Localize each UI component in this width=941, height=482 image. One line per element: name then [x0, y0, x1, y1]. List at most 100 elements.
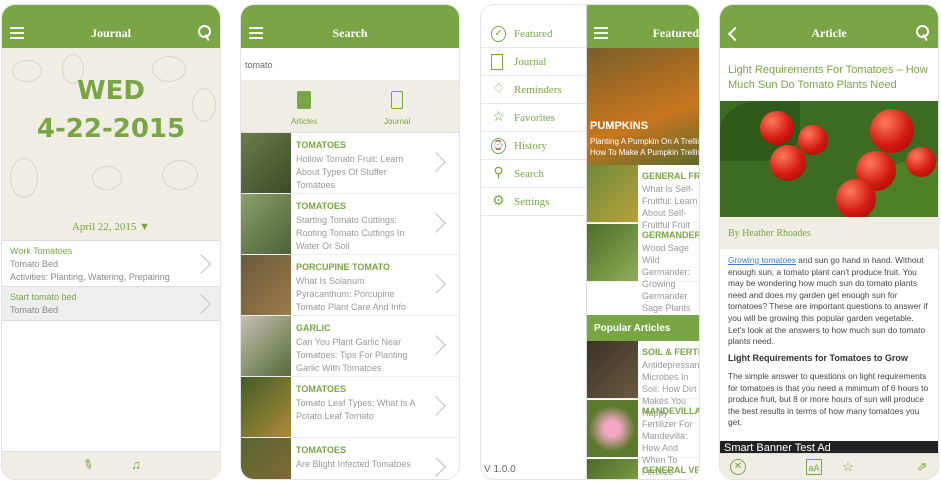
date-select[interactable]: April 22, 2015 ▼	[2, 213, 220, 241]
result-title: Tomato Leaf Types: What Is A Potato Leaf…	[296, 398, 415, 421]
article-keyword: SOIL & FERTILIZERS	[642, 347, 700, 357]
result-title: Hollow Tomato Fruit: Learn About Types O…	[296, 154, 404, 190]
chevron-right-icon	[426, 396, 446, 416]
gear-icon: ⚙	[492, 194, 505, 209]
article-thumbnail	[586, 400, 638, 457]
journal-screen: Journal WED 4-22-2015 April 22, 2015 ▼ W…	[1, 4, 221, 480]
header-bar: Search	[241, 5, 459, 48]
page-title: Article	[811, 26, 847, 40]
result-keyword: TOMATOES	[296, 201, 347, 211]
chevron-right-icon	[426, 274, 446, 294]
vegetable-doodle-background: WED 4-22-2015	[2, 48, 220, 213]
header-bar: Article	[720, 5, 938, 48]
page-title: Search	[332, 26, 368, 40]
entry-bed: Tomato Bed	[10, 259, 59, 269]
article-thumbnail	[586, 341, 638, 398]
popular-article[interactable]: SOIL & FERTILIZERS Antidepressant Microb…	[586, 341, 700, 418]
article-screen: Article Light Requirements For Tomatoes …	[719, 4, 939, 480]
text-size-icon[interactable]: aA	[806, 459, 822, 475]
menu-item-favorites[interactable]: ☆ Favorites	[481, 104, 586, 132]
result-thumbnail	[241, 377, 291, 437]
page-title: Featured	[652, 26, 699, 40]
menu-item-label: History	[514, 140, 547, 152]
search-icon: ⚲	[493, 166, 504, 181]
journal-entry[interactable]: Start tomato bed Tomato Bed	[2, 287, 220, 321]
star-icon[interactable]: ☆	[840, 459, 856, 475]
chevron-right-icon	[426, 152, 446, 172]
popular-article[interactable]: MANDEVILLA Fertilizer For Mandevilla: Ho…	[586, 400, 700, 477]
search-result[interactable]: TOMATOES Tomato Leaf Types: What Is A Po…	[241, 377, 459, 438]
article-title: Wood Sage Wild Germander: Growing German…	[642, 243, 691, 313]
menu-item-label: Featured	[514, 28, 553, 40]
result-thumbnail	[241, 438, 291, 479]
articles-icon	[297, 91, 311, 109]
article-keyword: GENERAL VEGETABLE	[642, 465, 700, 475]
article-paragraph: The simple answer to questions on light …	[728, 371, 929, 428]
header-bar: Journal	[2, 5, 220, 48]
star-icon: ☆	[492, 110, 505, 125]
article-paragraph: Growing tomatoes and sun go hand in hand…	[728, 255, 932, 348]
article-keyword: GERMANDER	[642, 230, 700, 240]
menu-item-label: Journal	[514, 56, 547, 68]
search-result[interactable]: PORCUPINE TOMATO What Is Solanum Pyracan…	[241, 255, 459, 316]
author-byline: By Heather Rhoades	[720, 217, 938, 249]
journal-entry[interactable]: Work Tomatoes Tomato Bed Activities: Pla…	[2, 241, 220, 287]
search-icon[interactable]	[916, 25, 930, 41]
hero-title[interactable]: Planting A Pumpkin On A Trellis: How To …	[590, 136, 699, 158]
article-keyword: MANDEVILLA	[642, 406, 700, 416]
entry-title: Start tomato bed	[10, 292, 77, 302]
featured-article[interactable]: GERMANDER Wood Sage Wild Germander: Grow…	[586, 224, 700, 313]
result-keyword: GARLIC	[296, 323, 331, 333]
close-icon[interactable]: ✕	[730, 459, 746, 475]
search-result[interactable]: GARLIC Can You Plant Garlic Near Tomatoe…	[241, 316, 459, 377]
article-keyword: GENERAL FRUIT	[642, 171, 700, 181]
menu-item-reminders[interactable]: ♢ Reminders	[481, 76, 586, 104]
hero-image: PUMPKINS Planting A Pumpkin On A Trellis…	[586, 48, 699, 165]
paragraph-text: and sun go hand in hand. Without enough …	[728, 255, 928, 347]
menu-item-label: Search	[514, 168, 544, 180]
tomato-photo	[720, 101, 938, 217]
result-title: Starting Tomato Cuttings: Rooting Tomato…	[296, 215, 405, 251]
bell-icon: ♢	[492, 82, 505, 97]
search-result[interactable]: TOMATOES Starting Tomato Cuttings: Rooti…	[241, 194, 459, 255]
pencil-icon[interactable]: ✎	[77, 454, 99, 476]
featured-article[interactable]: GENERAL FRUIT What Is Self-Fruitful: Lea…	[586, 165, 700, 230]
result-keyword: TOMATOES	[296, 140, 347, 150]
search-scope-tabs: Articles Journal	[241, 81, 459, 133]
popular-article[interactable]: GENERAL VEGETABLE	[586, 459, 700, 479]
notebook-icon	[491, 54, 503, 70]
hero-keyword: PUMPKINS	[590, 120, 649, 132]
menu-item-journal[interactable]: Journal	[481, 48, 586, 76]
entry-title: Work Tomatoes	[10, 246, 73, 256]
menu-item-featured[interactable]: ✓ Featured	[481, 20, 586, 48]
tab-journal[interactable]: Journal	[384, 117, 410, 126]
header-bar: Featured	[586, 5, 699, 48]
side-menu: ✓ Featured Journal ♢ Reminders ☆ Favorites …	[481, 5, 587, 479]
growing-tomatoes-link[interactable]: Growing tomatoes	[728, 255, 796, 265]
entry-bed: Tomato Bed	[10, 305, 59, 315]
result-thumbnail	[241, 133, 291, 193]
tab-articles[interactable]: Articles	[291, 117, 317, 126]
result-keyword: TOMATOES	[296, 445, 347, 455]
menu-item-label: Settings	[514, 196, 550, 208]
menu-item-search[interactable]: ⚲ Search	[481, 160, 586, 188]
menu-item-history[interactable]: ⌚ History	[481, 132, 586, 160]
search-input[interactable]: tomato	[241, 48, 459, 81]
chevron-right-icon	[426, 457, 446, 477]
big-date-label: 4-22-2015	[36, 114, 186, 144]
entry-activities: Activities: Planting, Watering, Prepairi…	[10, 272, 170, 282]
chevron-right-icon	[426, 213, 446, 233]
article-title: Light Requirements For Tomatoes – How Mu…	[728, 64, 928, 91]
app-version: V 1.0.0	[484, 464, 516, 475]
weekday-label: WED	[76, 76, 146, 106]
result-thumbnail	[241, 316, 291, 376]
search-result[interactable]: TOMATOES Are Blight Infected Tomatoes	[241, 438, 459, 479]
share-icon[interactable]: ⇗	[914, 459, 930, 475]
search-result[interactable]: TOMATOES Hollow Tomato Fruit: Learn Abou…	[241, 133, 459, 194]
result-title: Can You Plant Garlic Near Tomatoes: Tips…	[296, 337, 408, 373]
result-title: Are Blight Infected Tomatoes	[296, 459, 411, 469]
bell-icon[interactable]: ♫	[128, 457, 144, 473]
menu-item-settings[interactable]: ⚙ Settings	[481, 188, 586, 216]
menu-item-label: Favorites	[514, 112, 555, 124]
search-icon[interactable]	[198, 25, 212, 41]
